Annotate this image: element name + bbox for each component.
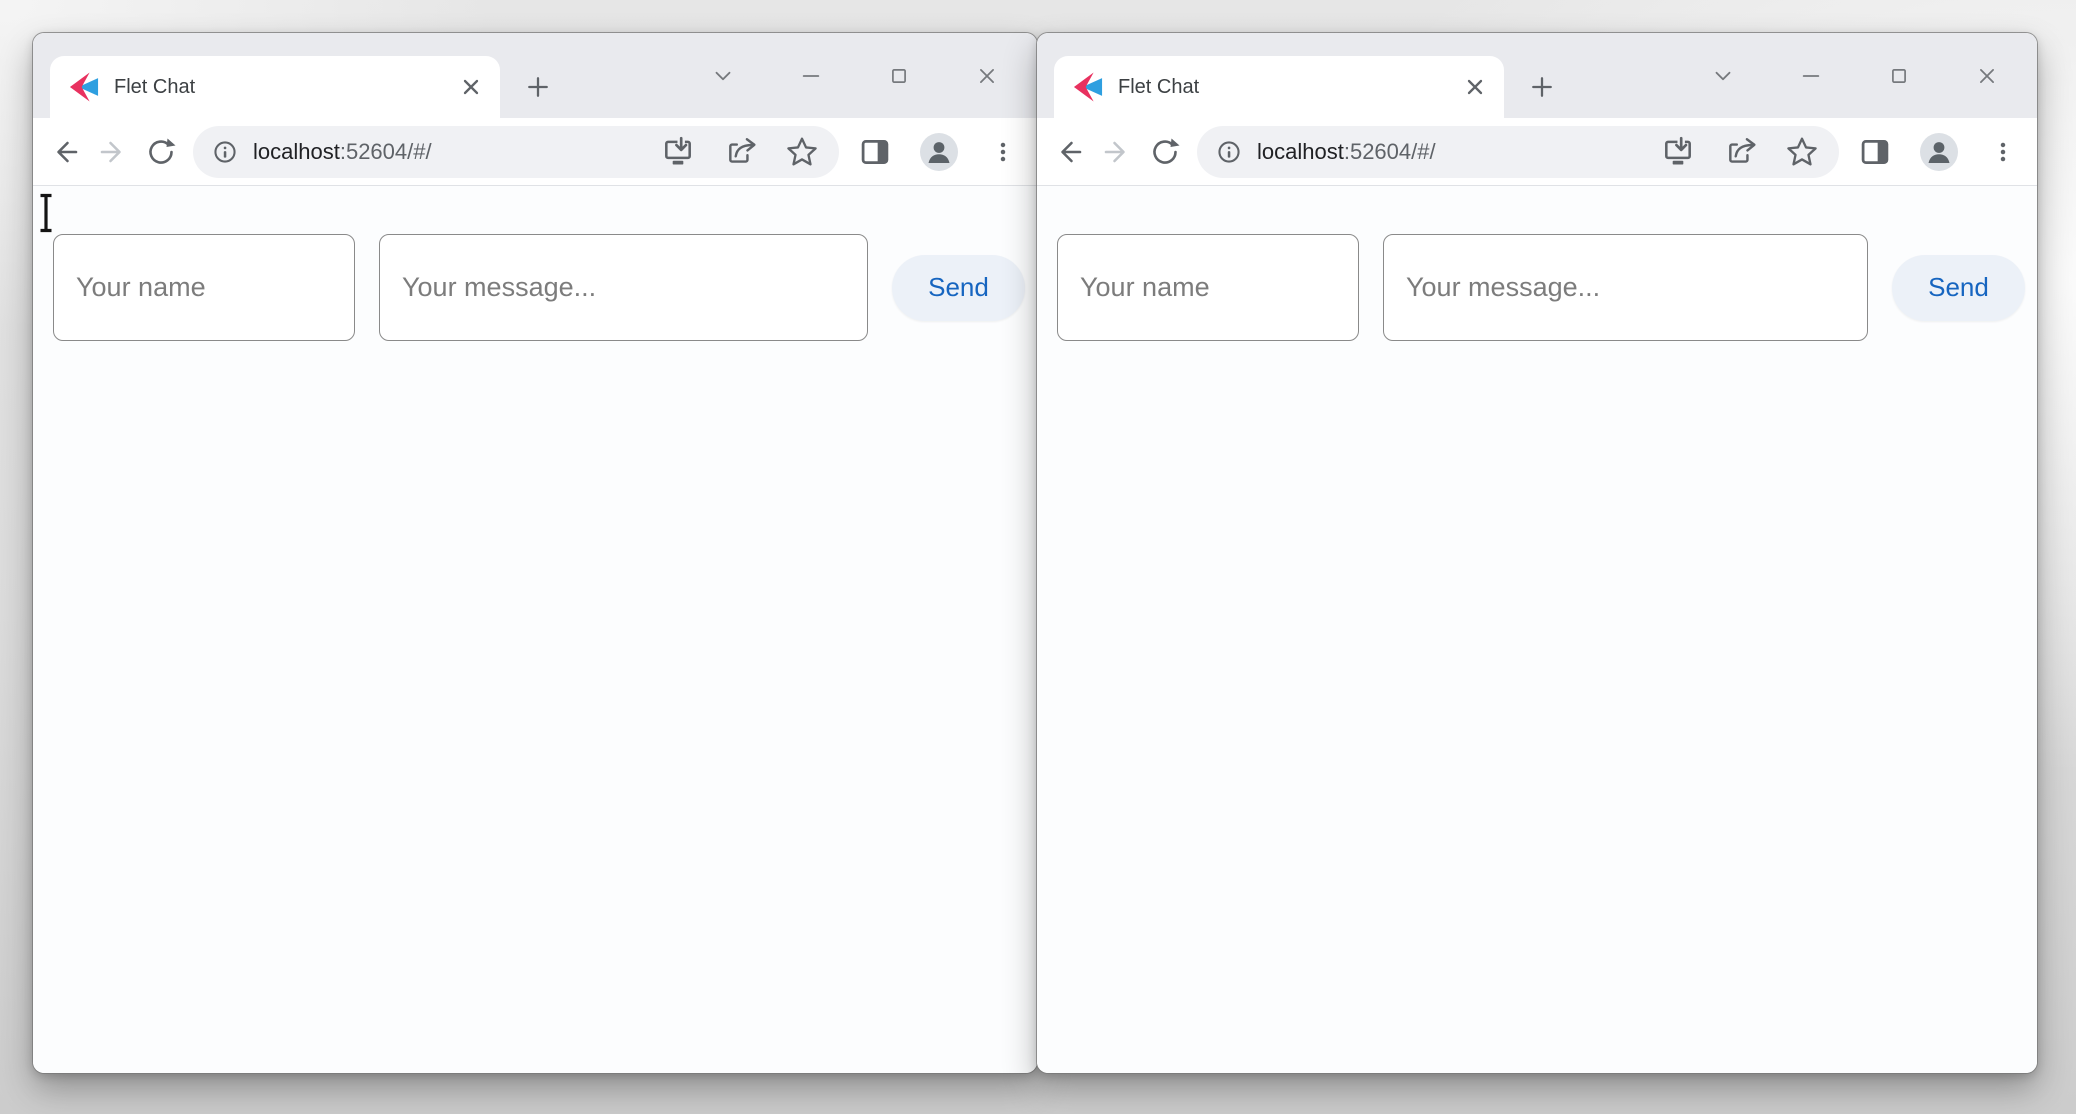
omnibox-actions: [661, 135, 819, 169]
chat-form: Send: [1037, 186, 2037, 341]
page-content: Send: [1037, 186, 2037, 1073]
profile-avatar-icon[interactable]: [919, 132, 959, 172]
side-panel-icon[interactable]: [1855, 132, 1895, 172]
browser-toolbar: localhost:52604/#/: [1037, 118, 2037, 186]
back-icon[interactable]: [41, 128, 89, 176]
send-button[interactable]: Send: [892, 255, 1025, 321]
toolbar-right: [855, 132, 1023, 172]
share-icon[interactable]: [723, 135, 757, 169]
browser-window-left: Flet Chat: [33, 33, 1037, 1073]
profile-avatar-icon[interactable]: [1919, 132, 1959, 172]
url-host: localhost: [253, 139, 340, 164]
install-app-icon[interactable]: [661, 135, 695, 169]
tab-title: Flet Chat: [1118, 76, 1458, 99]
window-close-icon[interactable]: [967, 56, 1007, 96]
side-panel-icon[interactable]: [855, 132, 895, 172]
url-text[interactable]: localhost:52604/#/: [253, 139, 661, 165]
browser-window-right: Flet Chat: [1037, 33, 2037, 1073]
forward-icon[interactable]: [89, 128, 137, 176]
tab-close-icon[interactable]: [1458, 70, 1492, 104]
name-input[interactable]: [1057, 234, 1359, 341]
desktop: Flet Chat: [0, 0, 2076, 1114]
browser-tab[interactable]: Flet Chat: [1054, 56, 1504, 118]
reload-icon[interactable]: [137, 128, 185, 176]
address-bar[interactable]: localhost:52604/#/: [1197, 126, 1839, 178]
back-icon[interactable]: [1045, 128, 1093, 176]
site-info-icon[interactable]: [207, 134, 243, 170]
window-controls: [1703, 33, 2037, 118]
new-tab-icon[interactable]: [1516, 61, 1568, 113]
omnibox-actions: [1661, 135, 1819, 169]
flet-favicon: [1072, 72, 1104, 102]
send-button[interactable]: Send: [1892, 255, 2025, 321]
flet-favicon: [68, 72, 100, 102]
window-close-icon[interactable]: [1967, 56, 2007, 96]
install-app-icon[interactable]: [1661, 135, 1695, 169]
window-controls: [703, 33, 1037, 118]
url-host: localhost: [1257, 139, 1344, 164]
reload-icon[interactable]: [1141, 128, 1189, 176]
browser-tab[interactable]: Flet Chat: [50, 56, 500, 118]
url-text[interactable]: localhost:52604/#/: [1257, 139, 1661, 165]
chat-form: Send: [33, 186, 1037, 341]
menu-kebab-icon[interactable]: [983, 132, 1023, 172]
tab-title: Flet Chat: [114, 76, 454, 99]
tab-search-icon[interactable]: [1703, 56, 1743, 96]
tab-close-icon[interactable]: [454, 70, 488, 104]
message-input[interactable]: [379, 234, 868, 341]
new-tab-icon[interactable]: [512, 61, 564, 113]
minimize-icon[interactable]: [1791, 56, 1831, 96]
forward-icon[interactable]: [1093, 128, 1141, 176]
message-input[interactable]: [1383, 234, 1868, 341]
bookmark-star-icon[interactable]: [1785, 135, 1819, 169]
menu-kebab-icon[interactable]: [1983, 132, 2023, 172]
maximize-icon[interactable]: [879, 56, 919, 96]
site-info-icon[interactable]: [1211, 134, 1247, 170]
address-bar[interactable]: localhost:52604/#/: [193, 126, 839, 178]
toolbar-right: [1855, 132, 2023, 172]
bookmark-star-icon[interactable]: [785, 135, 819, 169]
page-content: Send: [33, 186, 1037, 1073]
name-input[interactable]: [53, 234, 355, 341]
browser-toolbar: localhost:52604/#/: [33, 118, 1037, 186]
text-cursor: [37, 193, 55, 233]
maximize-icon[interactable]: [1879, 56, 1919, 96]
url-path: :52604/#/: [1344, 139, 1436, 164]
tab-strip: Flet Chat: [33, 33, 1037, 118]
share-icon[interactable]: [1723, 135, 1757, 169]
tab-strip: Flet Chat: [1037, 33, 2037, 118]
url-path: :52604/#/: [340, 139, 432, 164]
tab-search-icon[interactable]: [703, 56, 743, 96]
minimize-icon[interactable]: [791, 56, 831, 96]
